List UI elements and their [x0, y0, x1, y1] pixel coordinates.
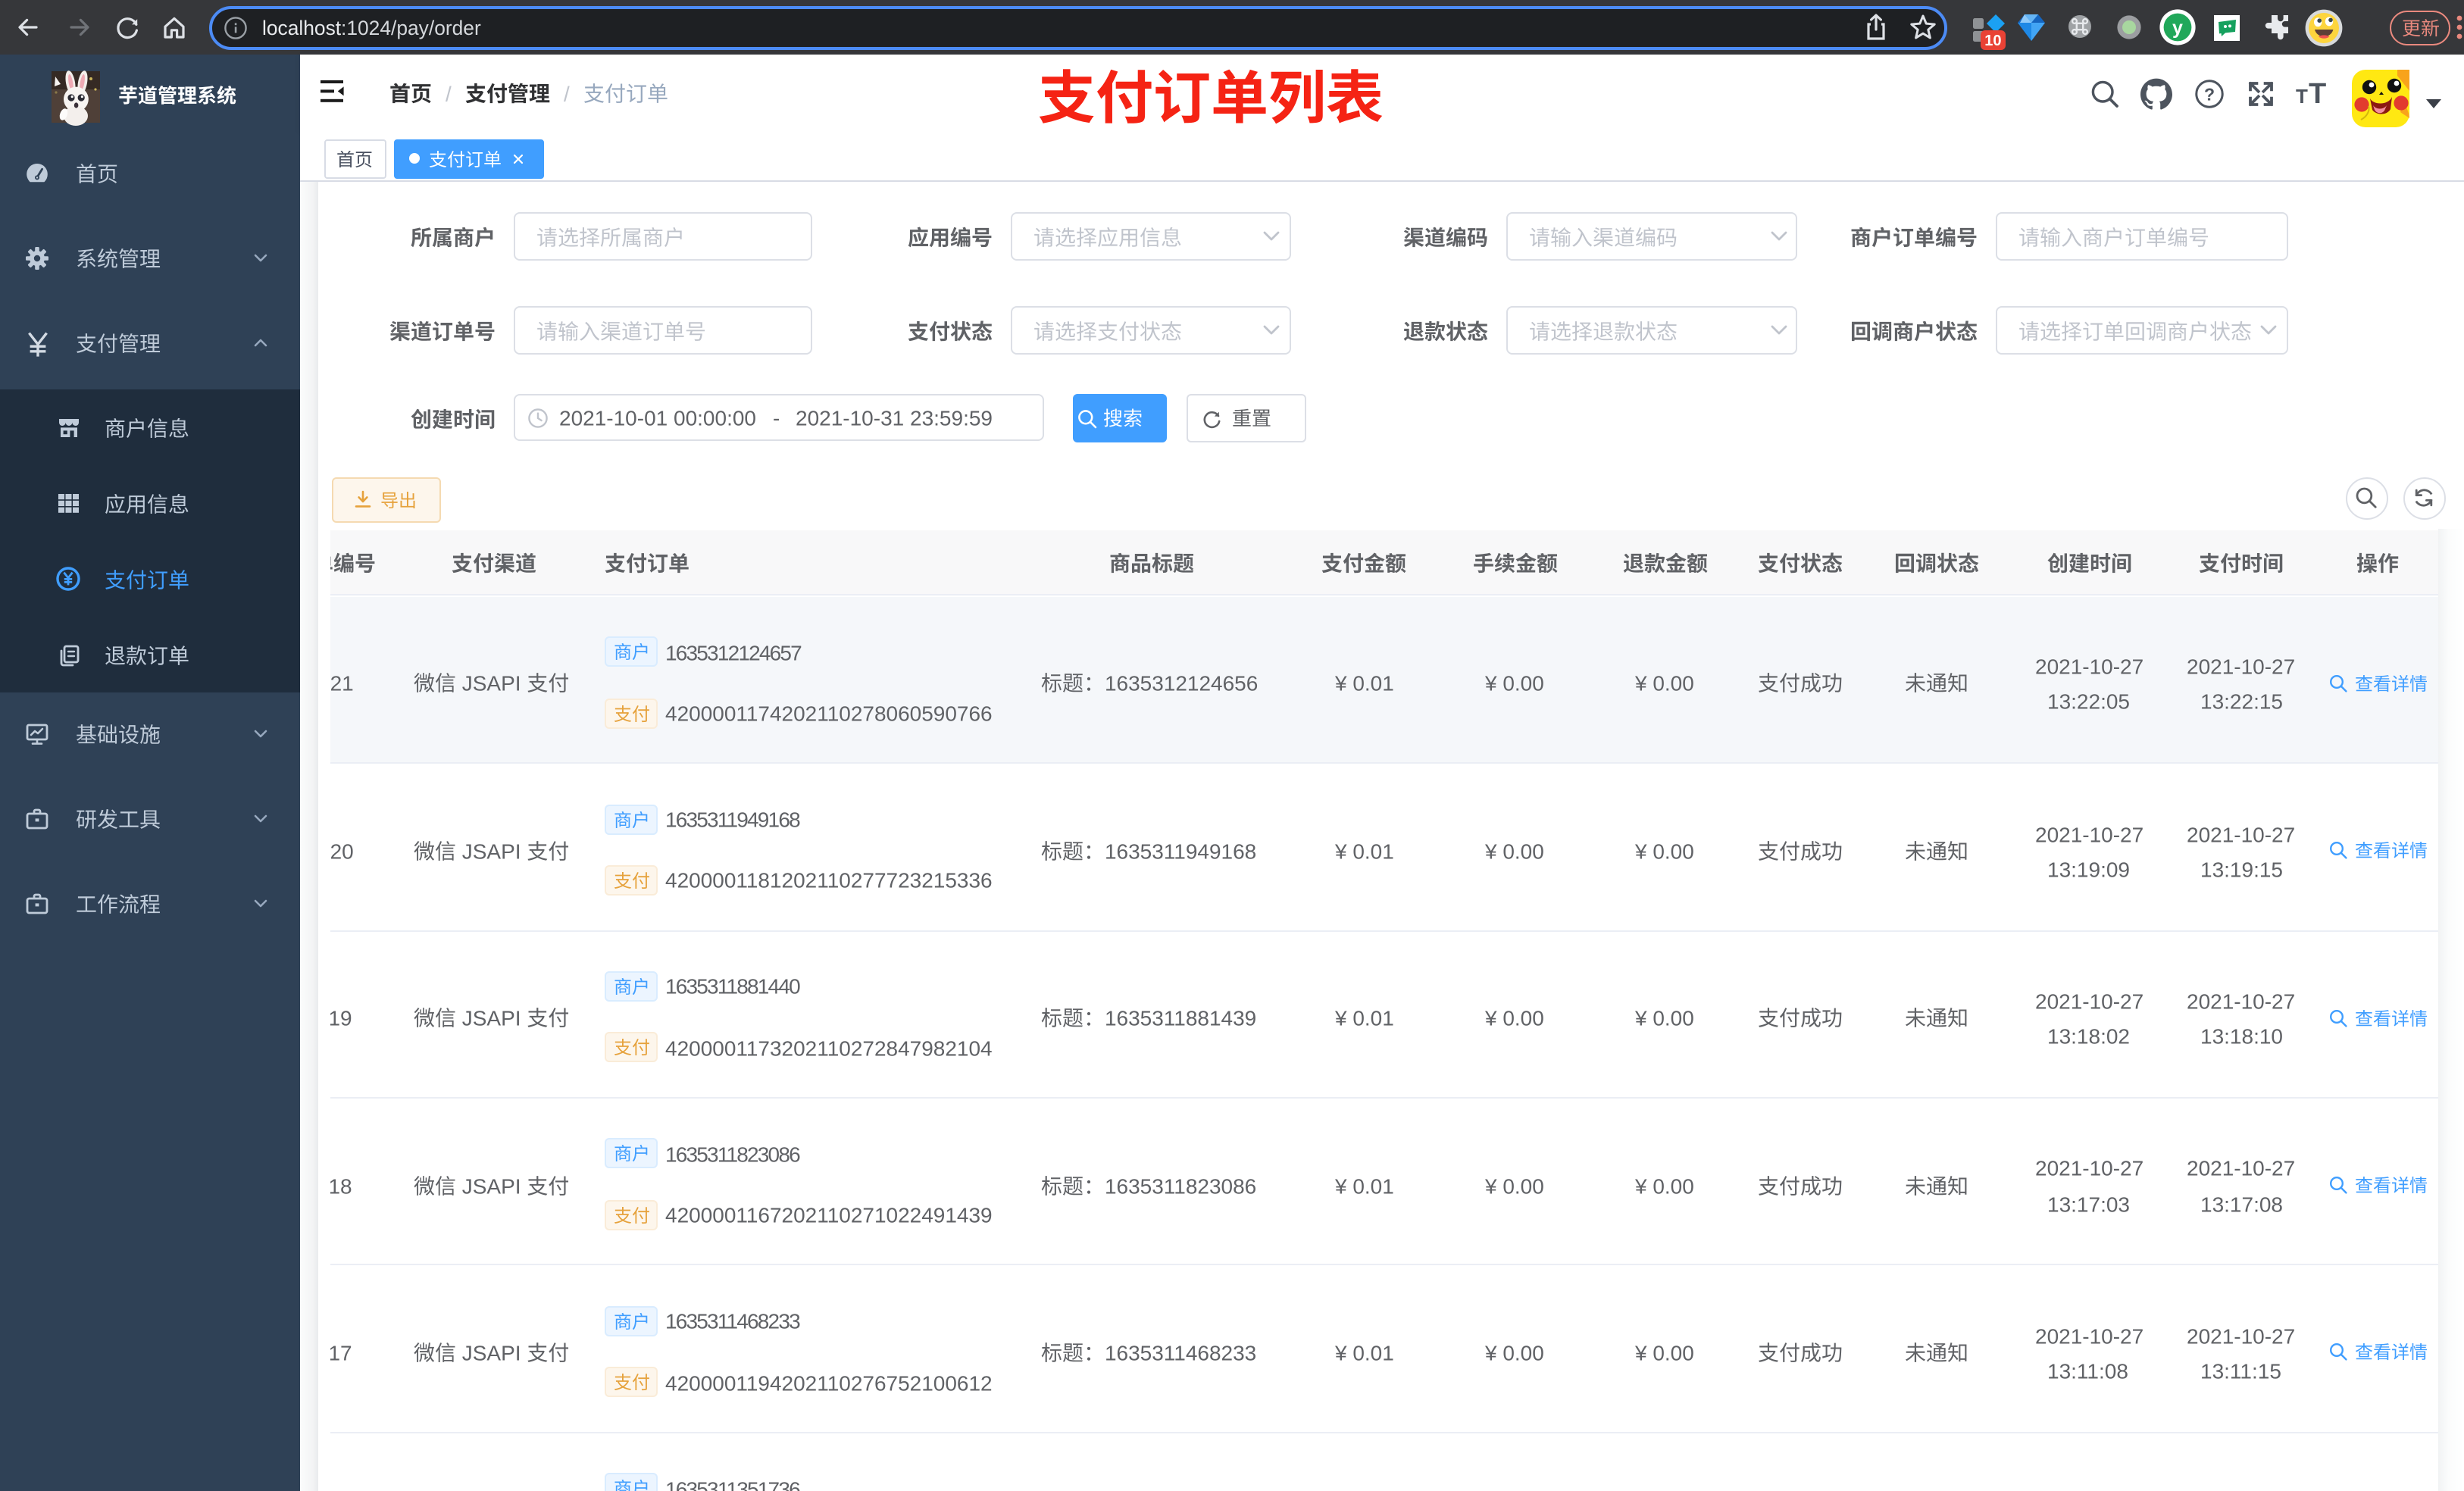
- svg-text:13:17:03: 13:17:03: [2048, 1192, 2131, 1216]
- svg-text:¥ 0.01: ¥ 0.01: [1334, 1174, 1393, 1198]
- svg-text:1635311881440: 1635311881440: [665, 975, 800, 999]
- svg-text:¥ 0.00: ¥ 0.00: [1484, 1341, 1544, 1364]
- svg-text:118: 118: [330, 1174, 352, 1198]
- svg-text:T: T: [2296, 85, 2308, 108]
- svg-text:13:18:10: 13:18:10: [2200, 1025, 2282, 1049]
- svg-text:2021-10-27: 2021-10-27: [2034, 1324, 2143, 1348]
- svg-text:120: 120: [330, 839, 354, 863]
- svg-text:¥ 0.00: ¥ 0.00: [1634, 1007, 1694, 1030]
- svg-text:/: /: [564, 82, 570, 105]
- svg-text:¥ 0.00: ¥ 0.00: [1484, 672, 1544, 695]
- svg-text:13:18:02: 13:18:02: [2048, 1025, 2131, 1049]
- svg-text:2021-10-27: 2021-10-27: [2187, 1324, 2295, 1348]
- svg-text:localhost: localhost: [263, 17, 342, 39]
- svg-text:2021-10-27: 2021-10-27: [2187, 990, 2295, 1014]
- svg-text:2021-10-27: 2021-10-27: [2187, 823, 2295, 846]
- svg-text:2021-10-27: 2021-10-27: [2034, 990, 2143, 1014]
- svg-text:10: 10: [1984, 33, 2001, 49]
- svg-text:13:19:09: 13:19:09: [2048, 858, 2131, 881]
- svg-text:13:22:05: 13:22:05: [2048, 690, 2131, 714]
- svg-text:4200001181202110277723215336: 4200001181202110277723215336: [665, 869, 993, 892]
- svg-text:13:17:08: 13:17:08: [2200, 1192, 2282, 1216]
- svg-text:13:11:08: 13:11:08: [2048, 1359, 2129, 1383]
- svg-text:¥ 0.01: ¥ 0.01: [1334, 672, 1393, 695]
- svg-text:2021-10-27: 2021-10-27: [2187, 655, 2295, 679]
- svg-text:4200001167202110271022491439: 4200001167202110271022491439: [665, 1204, 993, 1227]
- svg-text:¥ 0.00: ¥ 0.00: [1634, 839, 1694, 863]
- svg-text:y: y: [2172, 17, 2183, 39]
- svg-text:¥ 0.00: ¥ 0.00: [1634, 1174, 1694, 1198]
- svg-text:1635311468233: 1635311468233: [665, 1310, 800, 1333]
- svg-text:-: -: [772, 407, 779, 430]
- svg-text:¥ 0.00: ¥ 0.00: [1484, 839, 1544, 863]
- svg-text:1635311823086: 1635311823086: [665, 1142, 800, 1166]
- svg-text:¥ 0.01: ¥ 0.01: [1334, 1341, 1393, 1364]
- svg-text:121: 121: [330, 672, 354, 695]
- svg-text:117: 117: [330, 1341, 352, 1364]
- svg-text:2021-10-01 00:00:00: 2021-10-01 00:00:00: [559, 407, 756, 430]
- svg-text:1635311351736: 1635311351736: [665, 1477, 800, 1491]
- svg-text:1635311949168: 1635311949168: [1104, 839, 1255, 863]
- svg-text:T: T: [2309, 78, 2326, 110]
- svg-text:13:19:15: 13:19:15: [2200, 858, 2282, 881]
- svg-text:1635311881439: 1635311881439: [1104, 1007, 1255, 1030]
- svg-text:¥ 0.00: ¥ 0.00: [1484, 1007, 1544, 1030]
- svg-text:4200001194202110276752100612: 4200001194202110276752100612: [665, 1371, 993, 1395]
- svg-text:1635312124657: 1635312124657: [665, 641, 802, 664]
- svg-text:4200001174202110278060590766: 4200001174202110278060590766: [665, 702, 993, 726]
- svg-text:2021-10-27: 2021-10-27: [2034, 823, 2143, 846]
- svg-text:¥ 0.01: ¥ 0.01: [1334, 1007, 1393, 1030]
- svg-text:/: /: [446, 82, 452, 105]
- svg-text:13:22:15: 13:22:15: [2200, 690, 2282, 714]
- svg-text:2021-10-27: 2021-10-27: [2187, 1157, 2295, 1180]
- svg-text:JSAPI: JSAPI: [455, 672, 526, 695]
- svg-text:JSAPI: JSAPI: [455, 839, 526, 863]
- svg-text:¥ 0.00: ¥ 0.00: [1634, 1341, 1694, 1364]
- svg-text:¥ 0.01: ¥ 0.01: [1334, 839, 1393, 863]
- svg-text:2021-10-27: 2021-10-27: [2034, 655, 2143, 679]
- svg-text::1024/pay/order: :1024/pay/order: [342, 17, 482, 39]
- svg-text:1635311949168: 1635311949168: [665, 808, 800, 832]
- svg-text:2021-10-31 23:59:59: 2021-10-31 23:59:59: [796, 407, 993, 430]
- svg-text:¥ 0.00: ¥ 0.00: [1634, 672, 1694, 695]
- svg-text:JSAPI: JSAPI: [455, 1174, 526, 1198]
- svg-text:1635311823086: 1635311823086: [1104, 1174, 1255, 1198]
- svg-text:119: 119: [330, 1007, 352, 1030]
- svg-text:2021-10-27: 2021-10-27: [2034, 1157, 2143, 1180]
- svg-text:JSAPI: JSAPI: [455, 1341, 526, 1364]
- svg-text:1635311468233: 1635311468233: [1104, 1341, 1255, 1364]
- svg-text:?: ?: [2204, 84, 2215, 104]
- svg-text:¥ 0.00: ¥ 0.00: [1484, 1174, 1544, 1198]
- svg-text:13:11:15: 13:11:15: [2200, 1359, 2281, 1383]
- svg-text:JSAPI: JSAPI: [455, 1007, 526, 1030]
- svg-text:1635312124656: 1635312124656: [1104, 672, 1257, 695]
- svg-text:4200001173202110272847982104: 4200001173202110272847982104: [665, 1036, 993, 1060]
